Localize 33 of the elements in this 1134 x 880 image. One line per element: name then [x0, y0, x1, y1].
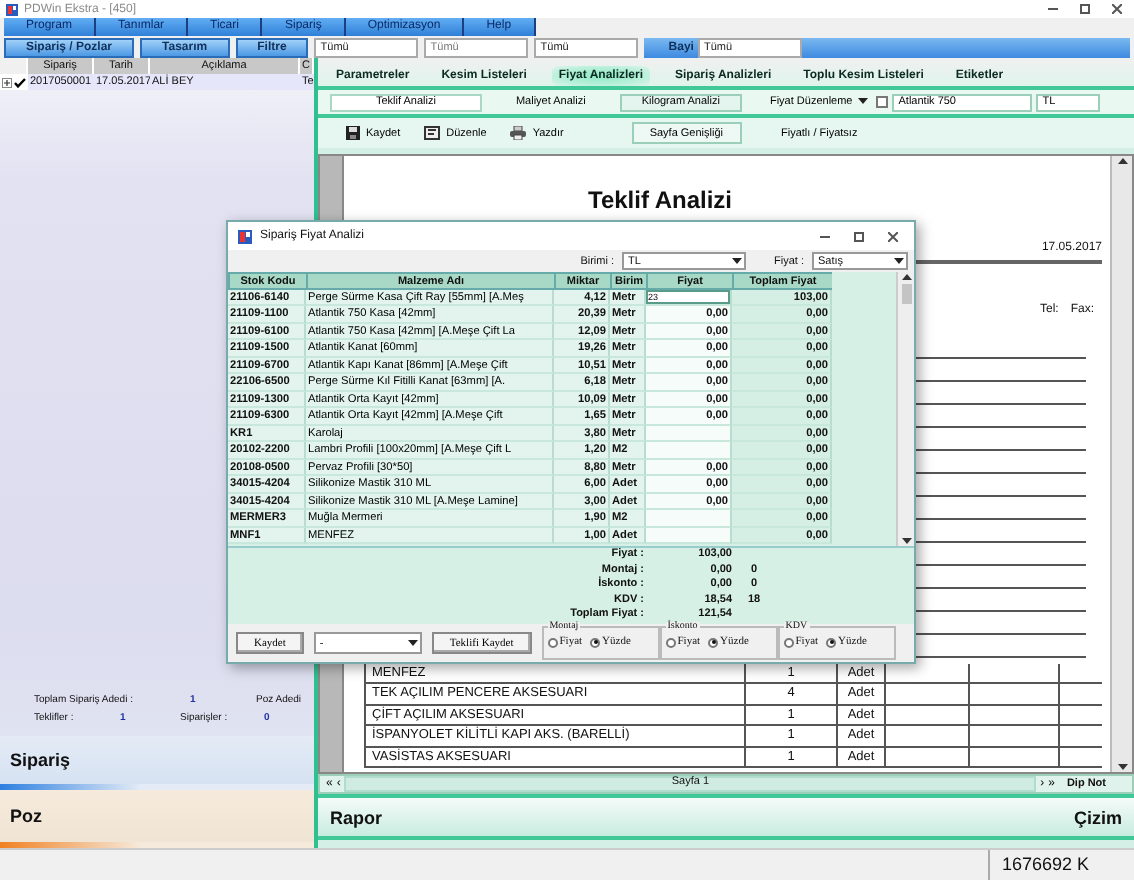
caret-icon: [894, 257, 904, 265]
maximize-icon[interactable]: [854, 231, 864, 241]
radio-button[interactable]: [826, 637, 837, 647]
edit-icon: [424, 126, 441, 140]
radio-button[interactable]: [547, 637, 558, 647]
scroll-up-icon[interactable]: [1117, 156, 1127, 164]
radio-button[interactable]: [590, 637, 601, 647]
checkbox[interactable]: [876, 96, 889, 108]
scroll-down-icon[interactable]: [901, 538, 911, 546]
close-icon[interactable]: [1112, 4, 1122, 14]
caret-icon: [732, 257, 743, 265]
scrollbar[interactable]: [896, 272, 914, 546]
radio-button[interactable]: [783, 637, 794, 647]
scrollbar[interactable]: [1110, 156, 1132, 772]
caret-icon: [858, 98, 869, 106]
close-icon[interactable]: [888, 231, 898, 241]
section-title[interactable]: Rapor: [330, 807, 383, 827]
app-icon: [238, 229, 252, 243]
memory-readout: 1676692 K: [988, 850, 1134, 880]
report-title: Teklif Analizi: [588, 186, 735, 214]
check-icon[interactable]: [14, 77, 26, 87]
section-title[interactable]: Çizim: [1073, 807, 1122, 827]
save-icon: [346, 126, 360, 140]
radio-button[interactable]: [665, 637, 676, 647]
maximize-icon[interactable]: [1080, 4, 1090, 14]
expand-icon[interactable]: [2, 77, 12, 87]
section-header[interactable]: Poz: [0, 790, 314, 848]
minimize-icon[interactable]: [820, 235, 830, 237]
section-header[interactable]: Sipariş: [0, 736, 314, 790]
radio-button[interactable]: [708, 637, 719, 647]
scroll-thumb[interactable]: [901, 284, 911, 304]
printer-icon: [510, 126, 527, 140]
caret-icon: [407, 639, 418, 647]
